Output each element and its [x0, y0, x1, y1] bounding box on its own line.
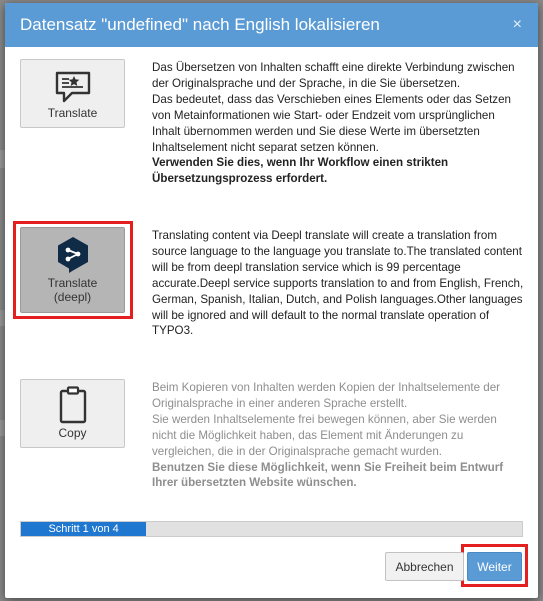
translate-description: Das Übersetzen von Inhalten schafft eine… — [152, 60, 524, 187]
copy-button-label: Copy — [58, 426, 87, 440]
close-icon[interactable]: × — [513, 16, 522, 34]
translate-desc-paragraph: Das Übersetzen von Inhalten schafft eine… — [152, 61, 515, 90]
progress-label: Schritt 1 von 4 — [48, 523, 119, 535]
clipboard-icon — [59, 386, 86, 424]
dialog-body: Translate Das Übersetzen von Inhalten sc… — [5, 47, 538, 598]
translate-deepl-label-line1: Translate — [47, 276, 98, 290]
localize-dialog: Datensatz "undefined" nach English lokal… — [5, 3, 538, 598]
translate-deepl-button[interactable]: Translate (deepl) — [20, 227, 125, 313]
copy-button[interactable]: Copy — [20, 379, 125, 448]
copy-desc-paragraph: Sie werden Inhaltselemente frei bewegen … — [152, 412, 497, 458]
deepl-description: Translating content via Deepl translate … — [152, 229, 524, 338]
dialog-header: Datensatz "undefined" nach English lokal… — [5, 3, 538, 47]
cancel-button[interactable]: Abbrechen — [385, 552, 464, 581]
translate-icon — [55, 71, 90, 103]
progress-fill: Schritt 1 von 4 — [21, 522, 147, 536]
translate-button[interactable]: Translate — [20, 59, 125, 128]
wizard-progress-bar: Schritt 1 von 4 — [20, 521, 523, 537]
copy-description: Beim Kopieren von Inhalten werden Kopien… — [152, 380, 524, 491]
translate-button-label: Translate — [47, 106, 98, 120]
translate-deepl-label-line2: (deepl) — [53, 290, 92, 304]
dialog-title: Datensatz "undefined" nach English lokal… — [20, 15, 380, 34]
next-button[interactable]: Weiter — [467, 552, 522, 581]
copy-desc-strong: Benutzen Sie diese Möglichkeit, wenn Sie… — [152, 460, 504, 490]
translate-desc-strong: Verwenden Sie dies, wenn Ihr Workflow ei… — [152, 156, 449, 186]
translate-desc-paragraph: Das bedeutet, dass das Verschieben eines… — [152, 92, 511, 154]
deepl-icon — [57, 237, 88, 273]
copy-desc-paragraph: Beim Kopieren von Inhalten werden Kopien… — [152, 381, 501, 410]
